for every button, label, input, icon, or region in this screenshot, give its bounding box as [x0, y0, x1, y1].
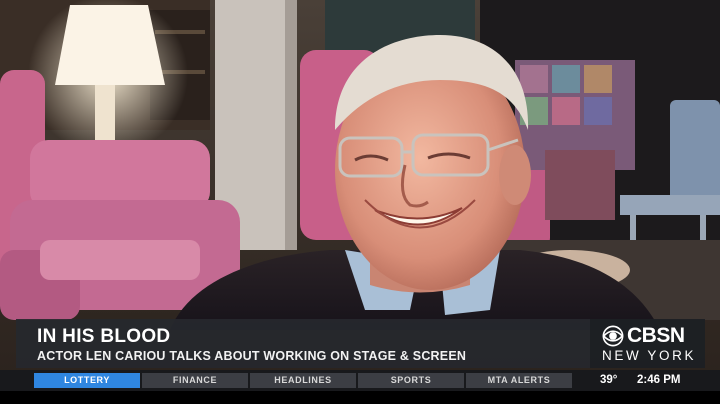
bottom-letterbox — [0, 391, 720, 404]
station-brand: CBSN — [627, 324, 685, 347]
station-logo: CBSN — [602, 324, 685, 348]
station-city: NEW YORK — [602, 348, 697, 363]
station-bug: CBSN NEW YORK — [590, 319, 705, 368]
clock-readout: 2:46 PM — [637, 374, 681, 386]
ticker-tab-lottery[interactable]: LOTTERY — [34, 373, 140, 388]
ticker-bar: LOTTERY FINANCE HEADLINES SPORTS MTA ALE… — [0, 370, 720, 391]
lower-third: IN HIS BLOOD ACTOR LEN CARIOU TALKS ABOU… — [16, 319, 705, 368]
temperature-readout: 39° — [600, 374, 618, 386]
ticker-tab-sports[interactable]: SPORTS — [358, 373, 464, 388]
headline: IN HIS BLOOD — [37, 326, 171, 347]
cbs-eye-icon — [602, 325, 624, 347]
ticker-tab-headlines[interactable]: HEADLINES — [250, 373, 356, 388]
subheadline: ACTOR LEN CARIOU TALKS ABOUT WORKING ON … — [37, 349, 467, 363]
ticker-tab-finance[interactable]: FINANCE — [142, 373, 248, 388]
ticker-tab-mta-alerts[interactable]: MTA ALERTS — [466, 373, 572, 388]
